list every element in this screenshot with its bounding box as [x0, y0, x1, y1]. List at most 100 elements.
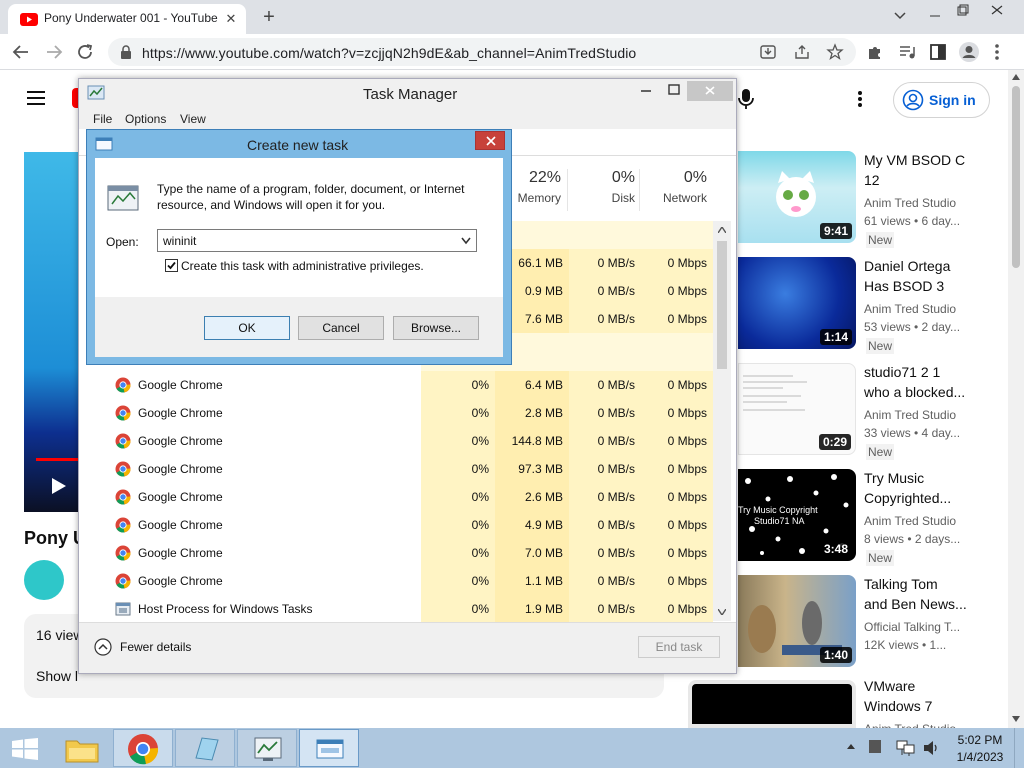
dialog-close-icon[interactable] — [475, 131, 505, 150]
recommended-title[interactable]: 12 — [864, 170, 974, 190]
task-manager-titlebar[interactable]: Task Manager — [79, 79, 736, 109]
menu-options[interactable]: Options — [125, 112, 166, 126]
recommended-title[interactable]: Copyrighted... — [864, 488, 974, 508]
page-scrollbar[interactable] — [1008, 70, 1024, 728]
address-bar[interactable]: https://www.youtube.com/watch?v=zcjjqN2h… — [108, 38, 856, 66]
app-taskbar-button[interactable] — [175, 729, 235, 767]
close-window-button[interactable] — [976, 0, 1016, 32]
process-row[interactable]: Host Process for Windows Tasks 0% 1.9 MB… — [87, 595, 713, 623]
voice-search-mic-icon[interactable] — [738, 88, 754, 110]
recommended-title[interactable]: who a blocked... — [864, 382, 974, 402]
recommended-title[interactable]: Talking Tom — [864, 574, 974, 594]
network-icon[interactable] — [896, 739, 916, 757]
network-cell: 0 Mbps — [641, 595, 713, 623]
start-button[interactable] — [0, 729, 50, 767]
open-input-value[interactable]: wininit — [163, 234, 196, 248]
forward-icon[interactable] — [42, 41, 66, 63]
recommended-thumbnail[interactable]: Try Music Copyright Studio71 NA 3:48 — [738, 469, 856, 561]
column-header-network[interactable]: 0% Network — [639, 169, 707, 211]
recommended-title[interactable]: Daniel Ortega — [864, 256, 974, 276]
collapse-chevron-icon[interactable] — [94, 638, 112, 656]
admin-privileges-label[interactable]: Create this task with administrative pri… — [181, 259, 424, 273]
clock-date[interactable]: 1/4/2023 — [956, 750, 1004, 764]
recommended-thumbnail[interactable]: 9:41 — [738, 151, 856, 243]
process-row[interactable]: Google Chrome 0% 97.3 MB 0 MB/s 0 Mbps — [87, 455, 713, 483]
recommended-channel[interactable]: Anim Tred Studio — [864, 512, 956, 530]
recommended-thumbnail[interactable]: 1:40 — [738, 575, 856, 667]
recommended-title[interactable]: Windows 7 — [864, 696, 974, 716]
show-hidden-icons-chevron-icon[interactable] — [846, 742, 856, 750]
sign-in-button[interactable]: Sign in — [893, 82, 990, 118]
process-list-scrollbar[interactable] — [713, 221, 731, 621]
page-scrollbar-thumb[interactable] — [1012, 86, 1020, 268]
recommended-title[interactable]: studio71 2 1 — [864, 362, 974, 382]
recommended-thumbnail[interactable] — [688, 680, 856, 728]
file-explorer-taskbar-button[interactable] — [52, 729, 112, 767]
close-icon[interactable] — [687, 81, 733, 101]
ok-button[interactable]: OK — [204, 316, 290, 340]
open-combobox[interactable]: wininit — [157, 229, 477, 252]
side-panel-icon[interactable] — [929, 43, 947, 61]
profile-avatar-icon[interactable] — [958, 41, 980, 63]
extensions-puzzle-icon[interactable] — [866, 43, 884, 61]
process-row[interactable]: Google Chrome 0% 1.1 MB 0 MB/s 0 Mbps — [87, 567, 713, 595]
process-row[interactable]: Google Chrome 0% 144.8 MB 0 MB/s 0 Mbps — [87, 427, 713, 455]
show-less-link[interactable]: Show l — [36, 668, 78, 684]
menu-view[interactable]: View — [180, 112, 206, 126]
network-cell: 0 Mbps — [641, 399, 713, 427]
fewer-details-link[interactable]: Fewer details — [120, 640, 191, 654]
chrome-menu-icon[interactable] — [992, 42, 1002, 62]
browse-button[interactable]: Browse... — [393, 316, 479, 340]
lock-icon[interactable] — [120, 45, 132, 59]
new-tab-button[interactable]: + — [256, 5, 282, 29]
recommended-channel[interactable]: Anim Tred Studio — [864, 406, 956, 424]
process-row[interactable]: Google Chrome 0% 7.0 MB 0 MB/s 0 Mbps — [87, 539, 713, 567]
minimize-icon[interactable] — [639, 84, 653, 98]
show-desktop-button[interactable] — [1014, 728, 1024, 768]
close-tab-icon[interactable]: ✕ — [222, 10, 240, 28]
recommended-channel[interactable]: Official Talking T... — [864, 618, 960, 636]
cancel-button[interactable]: Cancel — [298, 316, 384, 340]
menu-file[interactable]: File — [93, 112, 112, 126]
recommended-channel[interactable]: Anim Tred Studio — [864, 194, 956, 212]
action-center-flag-icon[interactable] — [868, 739, 882, 755]
recommended-thumbnail[interactable]: 1:14 — [738, 257, 856, 349]
recommended-title[interactable]: Try Music — [864, 468, 974, 488]
process-row[interactable]: Google Chrome 0% 2.6 MB 0 MB/s 0 Mbps — [87, 483, 713, 511]
recommended-title[interactable]: Has BSOD 3 — [864, 276, 974, 296]
channel-avatar[interactable] — [24, 560, 64, 600]
maximize-icon[interactable] — [667, 83, 681, 97]
share-icon[interactable] — [794, 44, 810, 60]
media-control-icon[interactable] — [898, 43, 916, 61]
video-player[interactable] — [24, 152, 80, 512]
back-icon[interactable] — [10, 41, 34, 63]
process-list-scrollbar-thumb[interactable] — [717, 241, 727, 369]
volume-speaker-icon[interactable] — [922, 739, 940, 757]
network-cell: 0 Mbps — [641, 277, 713, 305]
end-task-button[interactable]: End task — [638, 636, 720, 658]
admin-privileges-checkbox[interactable] — [165, 259, 178, 272]
install-app-icon[interactable] — [760, 44, 776, 60]
chrome-taskbar-button[interactable] — [113, 729, 173, 767]
bookmark-star-icon[interactable] — [826, 43, 844, 61]
reload-icon[interactable] — [74, 41, 98, 63]
run-dialog-taskbar-button[interactable] — [299, 729, 359, 767]
recommended-thumbnail[interactable]: 0:29 — [738, 363, 856, 455]
settings-more-icon[interactable] — [856, 90, 864, 108]
column-header-disk[interactable]: 0% Disk — [567, 169, 635, 211]
chevron-down-icon[interactable] — [461, 237, 471, 245]
recommended-title[interactable]: My VM BSOD C — [864, 150, 974, 170]
tab-youtube[interactable]: Pony Underwater 001 - YouTube ✕ — [8, 4, 246, 34]
hamburger-menu-icon[interactable] — [26, 90, 46, 106]
clock-time[interactable]: 5:02 PM — [956, 733, 1004, 747]
task-manager-taskbar-button[interactable] — [237, 729, 297, 767]
recommended-title[interactable]: and Ben News... — [864, 594, 974, 614]
create-new-task-dialog[interactable]: Create new task Type the name of a progr… — [86, 129, 512, 365]
play-icon[interactable] — [50, 476, 68, 496]
recommended-title[interactable]: VMware — [864, 676, 974, 696]
process-row[interactable]: Google Chrome 0% 4.9 MB 0 MB/s 0 Mbps — [87, 511, 713, 539]
recommended-channel[interactable]: Anim Tred Studio — [864, 300, 956, 318]
process-row[interactable]: Google Chrome 0% 6.4 MB 0 MB/s 0 Mbps — [87, 371, 713, 399]
process-row[interactable]: Google Chrome 0% 2.8 MB 0 MB/s 0 Mbps — [87, 399, 713, 427]
progress-bar[interactable] — [36, 458, 80, 461]
